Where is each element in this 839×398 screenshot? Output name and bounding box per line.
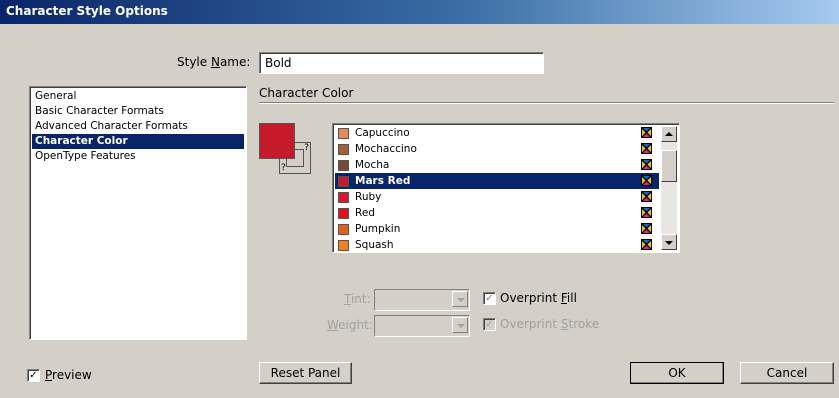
swatch-item[interactable]: Ruby [335,189,659,205]
swatch-item[interactable]: Red [335,205,659,221]
overprint-stroke-label[interactable]: Overprint Stroke [500,317,599,331]
window-title: Character Style Options [6,4,168,18]
category-list[interactable]: General Basic Character Formats Advanced C… [29,86,247,340]
category-item[interactable]: General [32,89,244,104]
swatch-item[interactable]: Pumpkin [335,221,659,237]
swatch-item[interactable]: Squash [335,237,659,252]
process-color-icon [640,238,653,251]
swatch-name: Squash [355,239,394,251]
swatch-name: Mocha [355,159,390,171]
down-arrow-icon [665,241,673,245]
tint-dropdown-button[interactable] [452,291,468,307]
tint-dropdown[interactable] [374,289,470,311]
cancel-button[interactable]: Cancel [740,362,834,384]
process-color-icon [640,142,653,155]
weight-label: Weight: [327,318,373,332]
swatch-list[interactable]: Capuccino Mochaccino Mocha Mars Red Ruby Red P… [332,123,680,253]
chevron-down-icon [457,324,465,328]
process-color-icon [640,222,653,235]
swatch-color-chip [338,176,349,187]
overprint-fill-checkbox[interactable]: ✓ [483,292,496,305]
swatch-item[interactable]: Mocha [335,157,659,173]
reset-panel-button[interactable]: Reset Panel [259,362,352,384]
swatch-name: Ruby [355,191,382,203]
style-name-label: Style Name: [177,55,251,69]
swatch-scrollbar[interactable] [661,126,677,250]
swatch-item[interactable]: Mochaccino [335,141,659,157]
section-divider [259,102,834,104]
swatch-color-chip [338,160,349,171]
process-color-icon [640,190,653,203]
process-color-icon [640,158,653,171]
swatch-name: Mars Red [355,175,411,187]
ok-button[interactable]: OK [630,362,724,384]
title-bar: Character Style Options [0,0,839,24]
swatch-color-chip [338,144,349,155]
category-item[interactable]: Basic Character Formats [32,104,244,119]
swatch-color-chip [338,128,349,139]
weight-dropdown-button[interactable] [452,317,468,333]
process-color-icon [640,126,653,139]
preview-checkbox[interactable]: ✓ [27,369,40,382]
category-item[interactable]: OpenType Features [32,149,244,164]
scroll-up-button[interactable] [661,126,677,142]
scroll-thumb[interactable] [661,150,677,182]
category-item[interactable]: Character Color [32,134,244,149]
weight-dropdown[interactable] [374,315,470,337]
category-item[interactable]: Advanced Character Formats [32,119,244,134]
swatch-name: Pumpkin [355,223,401,235]
swatch-name: Red [355,207,375,219]
swatch-name: Mochaccino [355,143,417,155]
section-title: Character Color [259,86,354,100]
swatch-color-chip [338,208,349,219]
scroll-down-button[interactable] [661,234,677,250]
swatch-item[interactable]: Mars Red [335,173,659,189]
swatch-color-chip [338,192,349,203]
swatch-name: Capuccino [355,127,410,139]
process-color-icon [640,206,653,219]
overprint-fill-label[interactable]: Overprint Fill [500,291,577,305]
up-arrow-icon [665,132,673,136]
swatch-item[interactable]: Capuccino [335,125,659,141]
preview-label[interactable]: Preview [45,368,92,382]
swatch-color-chip [338,224,349,235]
overprint-stroke-checkbox[interactable]: ✓ [483,318,496,331]
tint-label: Tint: [344,292,371,306]
process-color-icon [640,174,653,187]
swatch-color-chip [338,240,349,251]
style-name-input[interactable]: Bold [259,52,544,74]
fill-stroke-widget[interactable]: ? ? [259,123,314,181]
fill-swatch[interactable] [259,123,295,159]
chevron-down-icon [457,298,465,302]
